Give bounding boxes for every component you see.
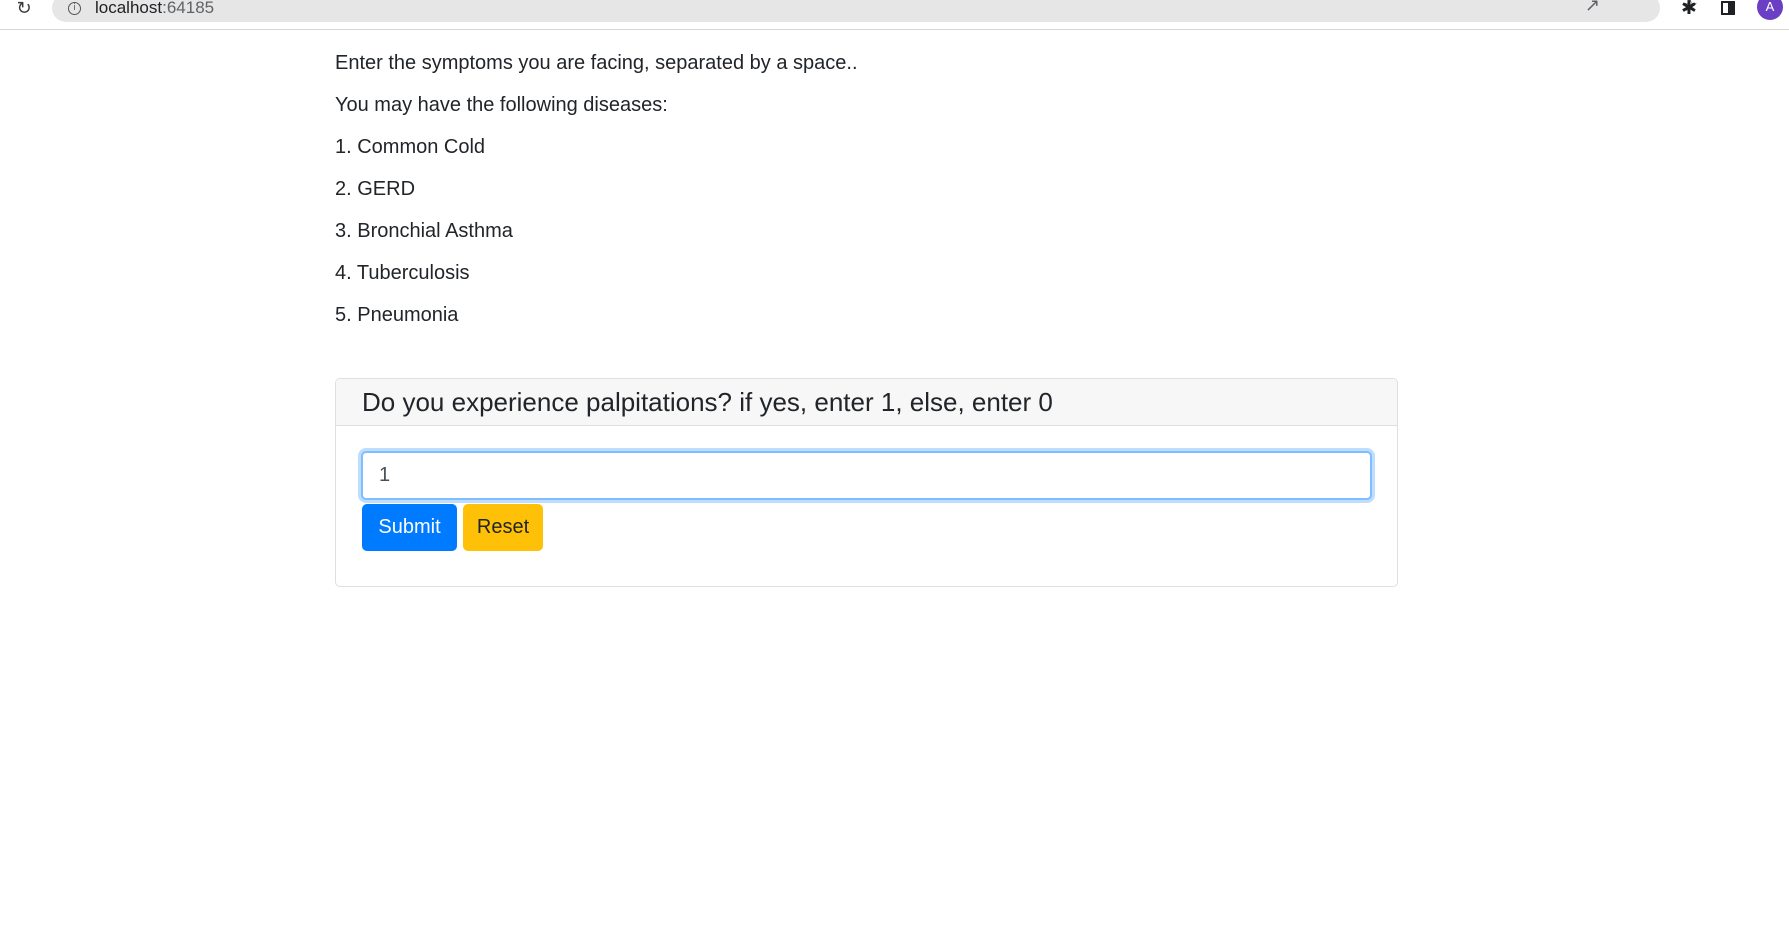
browser-toolbar: ↻ i localhost:64185 ↗ ☆ ✱ A xyxy=(0,0,1789,30)
disease-item: 1. Common Cold xyxy=(335,136,486,158)
url-host: localhost xyxy=(95,0,163,17)
extensions-icon[interactable]: ✱ xyxy=(1681,0,1697,19)
share-icon[interactable]: ↗ xyxy=(1585,0,1600,14)
submit-button[interactable]: Submit xyxy=(362,504,457,551)
url-port: :64185 xyxy=(162,0,215,17)
disease-item: 4. Tuberculosis xyxy=(335,262,470,284)
address-bar[interactable]: i localhost:64185 ↗ ☆ xyxy=(52,0,1698,22)
results-heading: You may have the following diseases: xyxy=(335,94,668,116)
main-content: Enter the symptoms you are facing, separ… xyxy=(335,50,1399,344)
disease-item: 5. Pneumonia xyxy=(335,304,459,326)
side-panel-icon[interactable] xyxy=(1721,1,1735,15)
reset-button[interactable]: Reset xyxy=(463,504,543,551)
instruction-text: Enter the symptoms you are facing, separ… xyxy=(335,52,858,74)
profile-avatar[interactable]: A xyxy=(1757,0,1783,20)
question-card: Do you experience palpitations? if yes, … xyxy=(335,378,1398,587)
answer-input[interactable] xyxy=(361,451,1372,500)
reload-icon[interactable]: ↻ xyxy=(14,0,34,18)
disease-list: 1. Common Cold 2. GERD 3. Bronchial Asth… xyxy=(335,134,1399,328)
url-text[interactable]: localhost:64185 xyxy=(95,0,214,18)
question-title: Do you experience palpitations? if yes, … xyxy=(336,379,1397,426)
info-icon[interactable]: i xyxy=(68,2,81,15)
disease-item: 3. Bronchial Asthma xyxy=(335,220,513,242)
disease-item: 2. GERD xyxy=(335,178,416,200)
